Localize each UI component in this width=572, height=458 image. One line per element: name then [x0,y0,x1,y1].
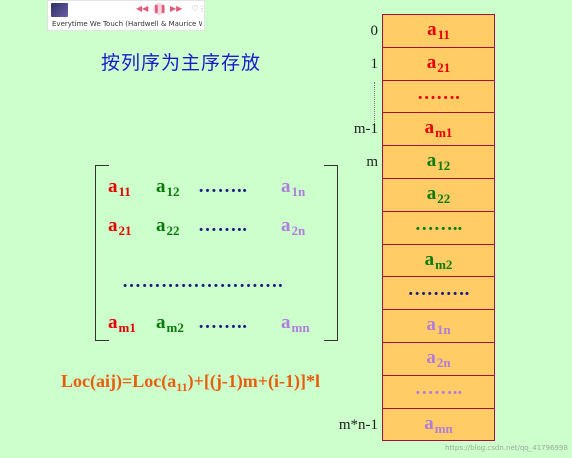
song-title: Everytime We Touch (Hardwell & Maurice W… [52,20,202,28]
matrix-element-am2: am2 [156,312,184,336]
element-base: a [281,176,291,197]
storage-slot: am1 [383,113,494,147]
matrix-ellipsis: …….. [198,176,248,197]
matrix-left-bracket [95,165,109,341]
formula-subscript: 11 [176,380,188,394]
matrix-element-a21: a21 [108,215,132,239]
storage-element-am2: am2 [383,249,494,273]
element-subscript: 11 [118,184,131,199]
storage-slot: am2 [383,244,494,278]
storage-element-a1n: a1n [383,314,494,338]
element-subscript: 11 [437,27,450,42]
matrix-ellipsis-row: ……………………. [122,271,284,292]
element-base: a [108,176,118,197]
element-subscript: m1 [435,125,453,141]
element-base: a [426,346,436,368]
element-base: a [156,176,166,197]
storage-slot: ……. [383,80,494,114]
storage-element-amn: amn [383,413,494,437]
page-title: 按列序为主序存放 [101,52,262,74]
storage-column: a11 a21……. am1 a12 a22…….. am2………. a1n a2n…….. a… [382,14,495,442]
matrix-element-a2n: a2n [281,215,305,239]
music-player: ◀◀ ❚❚ ▶▶ ♡ ⋮ Everytime We Touch (Hardwel… [47,0,206,31]
element-subscript: 22 [437,190,451,206]
formula-part1: Loc(aij)=Loc(a [61,371,177,391]
element-subscript: m2 [435,256,453,272]
storage-slot: a11 [383,15,494,48]
pause-icon[interactable]: ❚❚ [153,3,166,15]
storage-ellipsis: …….. [414,377,463,399]
element-base: a [108,312,118,333]
matrix-ellipsis: …….. [198,312,248,333]
storage-ellipsis: …….. [414,213,463,235]
storage-slot: ………. [383,277,494,311]
element-subscript: 21 [437,59,451,75]
menu-icon[interactable]: ⋮ [198,3,206,15]
album-art[interactable] [51,3,68,17]
element-subscript: 1n [291,184,306,199]
next-icon[interactable]: ▶▶ [170,3,182,15]
matrix-ellipsis: …….. [198,215,248,236]
element-subscript: 2n [436,354,451,370]
address-label: m-1 [353,121,378,138]
address-label: m*n-1 [338,416,378,433]
element-base: a [156,215,166,236]
element-base: a [426,51,437,73]
matrix-element-a12: a12 [156,176,180,200]
storage-ellipsis: ……. [417,82,460,104]
storage-slot: a12 [383,146,494,179]
element-subscript: m1 [118,320,136,335]
element-subscript: 22 [166,223,180,238]
storage-slot: …….. [383,375,494,409]
address-formula: Loc(aij)=Loc(a11)+[(j-1)m+(i-1)]*l [61,371,320,395]
storage-element-a11: a11 [383,19,494,43]
element-base: a [424,412,434,434]
element-base: a [427,19,437,40]
element-subscript: mn [434,420,453,436]
element-subscript: 1n [436,322,451,338]
storage-element-a21: a21 [383,52,494,76]
storage-slot: a1n [383,310,494,343]
storage-slot: a21 [383,47,494,81]
storage-slot: amn [383,408,494,442]
storage-element-a12: a12 [383,150,494,174]
formula-part2: )+[(j-1)m+(i-1)]*l [187,371,321,391]
element-subscript: 2n [291,223,306,238]
address-label: 1 [370,55,379,72]
element-base: a [281,215,291,236]
storage-element-a2n: a2n [383,347,494,371]
matrix-element-a11: a11 [108,176,131,200]
previous-icon[interactable]: ◀◀ [136,3,148,15]
storage-ellipsis: ………. [407,279,470,301]
matrix-element-amn: amn [281,312,310,336]
matrix-element-a22: a22 [156,215,180,239]
element-subscript: m2 [166,320,184,335]
element-base: a [426,182,437,204]
element-subscript: 12 [437,158,451,174]
matrix-element-a1n: a1n [281,176,305,200]
element-base: a [156,312,166,333]
element-base: a [281,312,291,333]
storage-slot: a2n [383,342,494,376]
storage-slot: a22 [383,178,494,212]
address-label: m [366,154,378,171]
storage-slot: …….. [383,211,494,245]
watermark: https://blog.csdn.net/qq_41796998 [445,444,568,452]
storage-element-am1: am1 [383,117,494,141]
element-base: a [424,248,435,270]
element-base: a [426,150,437,172]
element-base: a [426,314,436,336]
address-label: 0 [370,23,379,39]
element-subscript: mn [291,320,310,335]
element-base: a [424,117,435,139]
element-subscript: 21 [118,223,132,238]
matrix-element-am1: am1 [108,312,136,336]
storage-element-a22: a22 [383,183,494,207]
matrix-right-bracket [324,165,338,341]
element-subscript: 12 [166,184,180,199]
element-base: a [108,215,118,236]
